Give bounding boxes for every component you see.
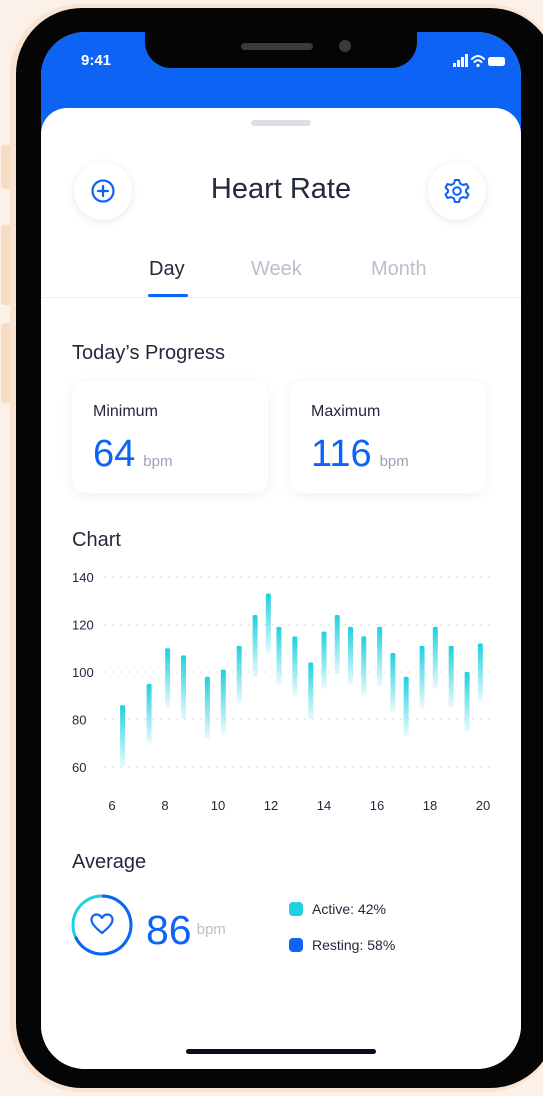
minimum-number: 64 — [93, 433, 136, 475]
average-title: Average — [72, 851, 147, 873]
chart-bar — [252, 615, 258, 677]
chart-bar — [181, 655, 187, 720]
sheet-handle[interactable] — [251, 120, 311, 126]
average-ring — [71, 894, 133, 956]
tab-week[interactable]: Week — [251, 258, 302, 281]
active-swatch — [289, 902, 303, 916]
maximum-label: Maximum — [311, 403, 381, 420]
chart-bar — [165, 648, 171, 708]
settings-button[interactable] — [428, 162, 486, 220]
chart-bar — [334, 615, 340, 675]
volume-up-button — [1, 225, 10, 305]
maximum-number: 116 — [311, 433, 372, 475]
status-icons — [453, 54, 505, 68]
chart-bar — [308, 662, 314, 720]
notch — [145, 32, 417, 68]
home-indicator[interactable] — [186, 1049, 376, 1054]
y-tick-label: 140 — [72, 570, 94, 585]
y-tick-label: 80 — [72, 713, 86, 728]
chart-bar — [146, 683, 152, 744]
wifi-icon — [471, 55, 485, 63]
chart-bar — [419, 645, 425, 708]
tab-day[interactable]: Day — [149, 258, 185, 281]
x-tick-label: 16 — [370, 798, 384, 813]
chart-bar — [220, 669, 226, 734]
speaker — [241, 43, 313, 50]
battery-icon — [488, 57, 505, 66]
minimum-label: Minimum — [93, 403, 158, 420]
chart-bar — [276, 626, 282, 684]
minimum-card: Minimum 64 bpm — [72, 381, 268, 493]
y-tick-label: 100 — [72, 665, 94, 680]
front-camera — [339, 40, 351, 52]
y-tick-label: 60 — [72, 760, 86, 775]
average-value: 86 bpm — [146, 907, 226, 954]
wifi-dot — [476, 63, 480, 68]
resting-label: Resting: 58% — [312, 937, 396, 953]
chart-bar — [377, 626, 383, 687]
gear-icon — [444, 179, 470, 203]
maximum-value: 116 bpm — [311, 433, 409, 476]
chart-bar — [390, 653, 396, 713]
legend-resting: Resting: 58% — [289, 937, 395, 953]
minimum-value: 64 bpm — [93, 433, 172, 476]
chart-bar — [265, 593, 271, 653]
chart-bar — [120, 705, 126, 767]
minimum-unit: bpm — [143, 453, 173, 470]
maximum-unit: bpm — [379, 453, 409, 470]
volume-down-button — [1, 323, 10, 403]
x-tick-label: 10 — [211, 798, 225, 813]
chart-bar — [361, 636, 367, 696]
chart-bar — [321, 631, 327, 689]
x-tick-label: 12 — [264, 798, 278, 813]
active-label: Active: 42% — [312, 901, 386, 917]
heart-icon — [90, 913, 114, 935]
average-unit: bpm — [196, 921, 226, 938]
heart-rate-chart: 140 120 100 80 60 6 8 10 12 14 16 18 20 — [72, 570, 493, 813]
chart-bar — [292, 636, 298, 696]
x-tick-label: 18 — [423, 798, 437, 813]
resting-swatch — [289, 938, 303, 952]
silent-switch — [1, 145, 10, 189]
y-tick-label: 120 — [72, 618, 94, 633]
chart-bar — [464, 672, 470, 732]
x-tick-label: 6 — [108, 798, 115, 813]
chart-bar — [348, 626, 353, 684]
status-time: 9:41 — [81, 52, 112, 69]
signal-icon — [453, 54, 468, 67]
x-tick-label: 8 — [161, 798, 168, 813]
x-tick-label: 20 — [476, 798, 490, 813]
average-number: 86 — [146, 907, 192, 953]
x-tick-label: 14 — [317, 798, 331, 813]
phone-screen: 9:41 Heart Rate Day Week Month Today’s P… — [41, 32, 521, 1069]
tab-divider — [41, 297, 521, 298]
legend-active: Active: 42% — [289, 901, 386, 917]
tab-month[interactable]: Month — [371, 258, 427, 281]
chart-bar — [448, 645, 454, 708]
chart-title: Chart — [72, 529, 121, 551]
chart-bar — [204, 676, 210, 739]
chart-bar — [432, 626, 438, 689]
chart-bar — [403, 676, 409, 737]
chart-bar — [236, 645, 242, 703]
maximum-card: Maximum 116 bpm — [290, 381, 486, 493]
chart-bar — [477, 643, 483, 701]
progress-title: Today’s Progress — [72, 342, 226, 364]
